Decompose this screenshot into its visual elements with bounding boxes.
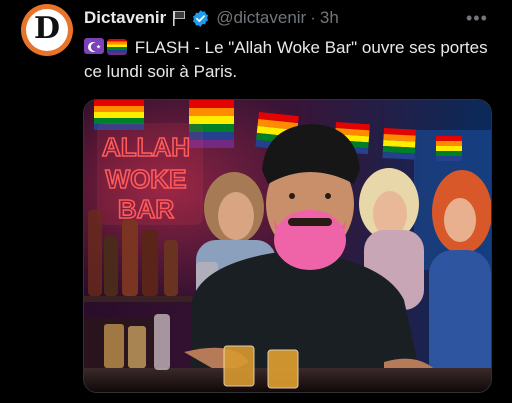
neon-sign: ALLAH WOKE BAR — [97, 123, 203, 225]
bar-scene-image: ALLAH WOKE BAR — [84, 100, 491, 392]
avatar-logo: D — [26, 9, 68, 51]
tweet-header: Dictavenir @dictavenir · 3h — [84, 6, 339, 30]
neon-line-3: BAR — [118, 194, 175, 224]
tweet-text: FLASH - Le "Allah Woke Bar" ouvre ses po… — [84, 36, 504, 84]
neon-line-1: ALLAH — [102, 132, 190, 162]
more-options-icon[interactable]: ••• — [466, 8, 488, 29]
verified-badge-icon[interactable] — [191, 9, 210, 28]
moon-star-icon — [84, 38, 104, 54]
neon-line-2: WOKE — [106, 164, 187, 194]
tweet-image[interactable]: ALLAH WOKE BAR — [83, 99, 492, 393]
avatar-letter: D — [33, 11, 60, 46]
flag-icon — [172, 10, 186, 27]
post-time[interactable]: 3h — [320, 8, 339, 28]
user-handle[interactable]: @dictavenir — [216, 8, 306, 28]
rainbow-flag-icon — [107, 39, 127, 55]
separator-dot: · — [310, 8, 316, 27]
profile-avatar[interactable]: D — [21, 4, 73, 56]
display-name[interactable]: Dictavenir — [84, 8, 166, 28]
tweet-body: FLASH - Le "Allah Woke Bar" ouvre ses po… — [84, 38, 488, 81]
